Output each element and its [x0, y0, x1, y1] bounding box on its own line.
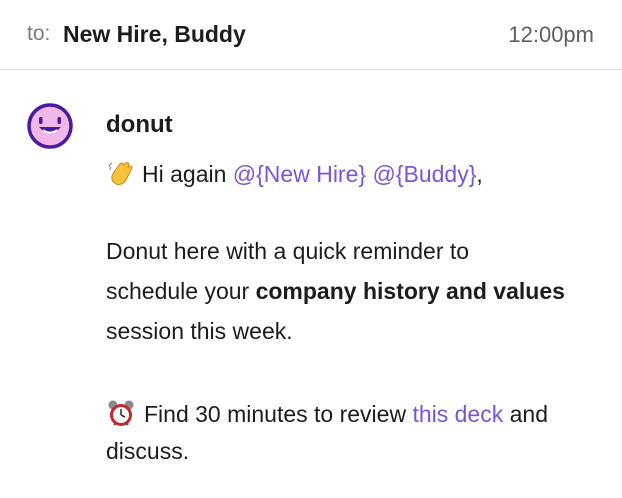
para1-line3: session this week.	[106, 318, 293, 344]
session-topic: company history and values	[255, 278, 565, 304]
greeting-prefix: Hi again	[142, 161, 233, 187]
para2-prefix: Find 30 minutes to review	[144, 401, 413, 427]
greeting-suffix: ,	[476, 161, 483, 187]
donut-avatar-icon[interactable]	[27, 103, 73, 149]
recipient-new-hire[interactable]: New Hire	[63, 21, 161, 47]
para1-line2-prefix: schedule your	[106, 278, 256, 304]
to-label: to:	[27, 22, 51, 45]
deck-link[interactable]: this deck	[412, 401, 503, 427]
waving-hand-icon	[108, 162, 133, 185]
para2-line1: Find 30 minutes to review this deck and	[106, 398, 548, 428]
recipient-separator: ,	[161, 21, 168, 47]
recipients: New Hire, Buddy	[63, 21, 246, 48]
greeting-line: Hi again @{New Hire} @{Buddy},	[106, 158, 483, 188]
mention-new-hire[interactable]: @{New Hire}	[233, 161, 366, 187]
alarm-clock-icon	[108, 400, 134, 426]
timestamp: 12:00pm	[508, 22, 594, 47]
para2-line2: discuss.	[106, 438, 190, 464]
recipient-buddy[interactable]: Buddy	[174, 21, 246, 47]
para2-suffix: and	[503, 401, 548, 427]
para1-line2: schedule your company history and values	[106, 278, 565, 305]
para1-line1: Donut here with a quick reminder to	[106, 238, 470, 264]
message-header: to: New Hire, Buddy 12:00pm	[0, 0, 622, 70]
mention-buddy[interactable]: @{Buddy}	[372, 161, 476, 187]
sender-name[interactable]: donut	[106, 111, 173, 139]
